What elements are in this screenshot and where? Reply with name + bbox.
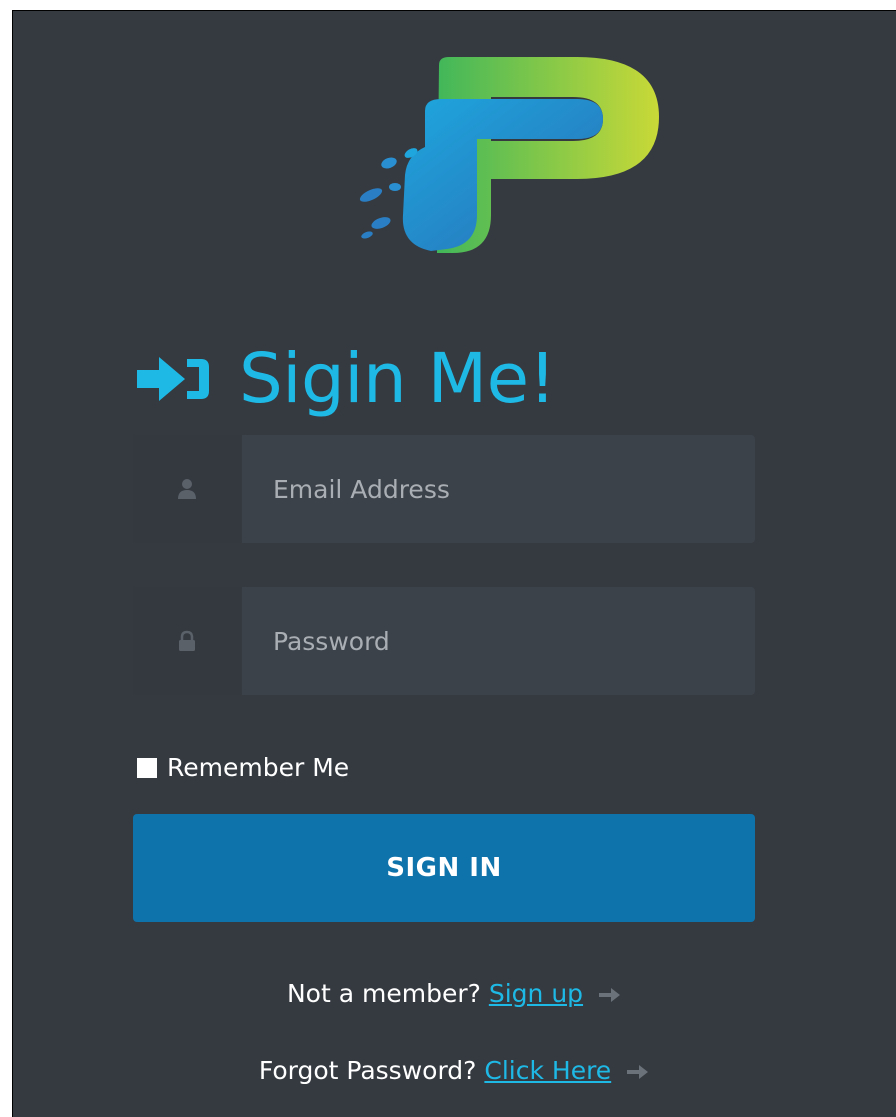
password-input[interactable] — [242, 587, 755, 695]
forgot-line: Forgot Password? Click Here — [13, 1056, 896, 1085]
email-input[interactable] — [242, 435, 755, 543]
remember-checkbox[interactable] — [137, 757, 157, 778]
email-field-group — [133, 435, 755, 543]
arrow-right-icon — [599, 988, 620, 1002]
page-heading: Sigin Me! — [137, 329, 556, 429]
signup-line: Not a member? Sign up — [13, 979, 896, 1008]
signup-text: Not a member? — [286, 979, 481, 1008]
password-addon — [133, 587, 241, 695]
forgot-link[interactable]: Click Here — [484, 1056, 611, 1085]
sign-in-icon — [137, 357, 209, 401]
email-addon — [133, 435, 241, 543]
arrow-right-icon — [627, 1065, 649, 1079]
lock-icon — [179, 630, 195, 651]
sign-in-button[interactable]: SIGN IN — [133, 814, 755, 922]
logo — [359, 57, 659, 253]
user-icon — [178, 479, 196, 499]
forgot-text: Forgot Password? — [258, 1056, 477, 1085]
login-panel: Sigin Me! Remember Me SIGN IN Not a memb… — [12, 10, 896, 1117]
password-field-group — [133, 587, 755, 695]
signup-link[interactable]: Sign up — [489, 979, 583, 1008]
remember-me[interactable]: Remember Me — [137, 753, 349, 782]
page-title: Sigin Me! — [239, 338, 556, 419]
remember-label: Remember Me — [167, 753, 350, 782]
